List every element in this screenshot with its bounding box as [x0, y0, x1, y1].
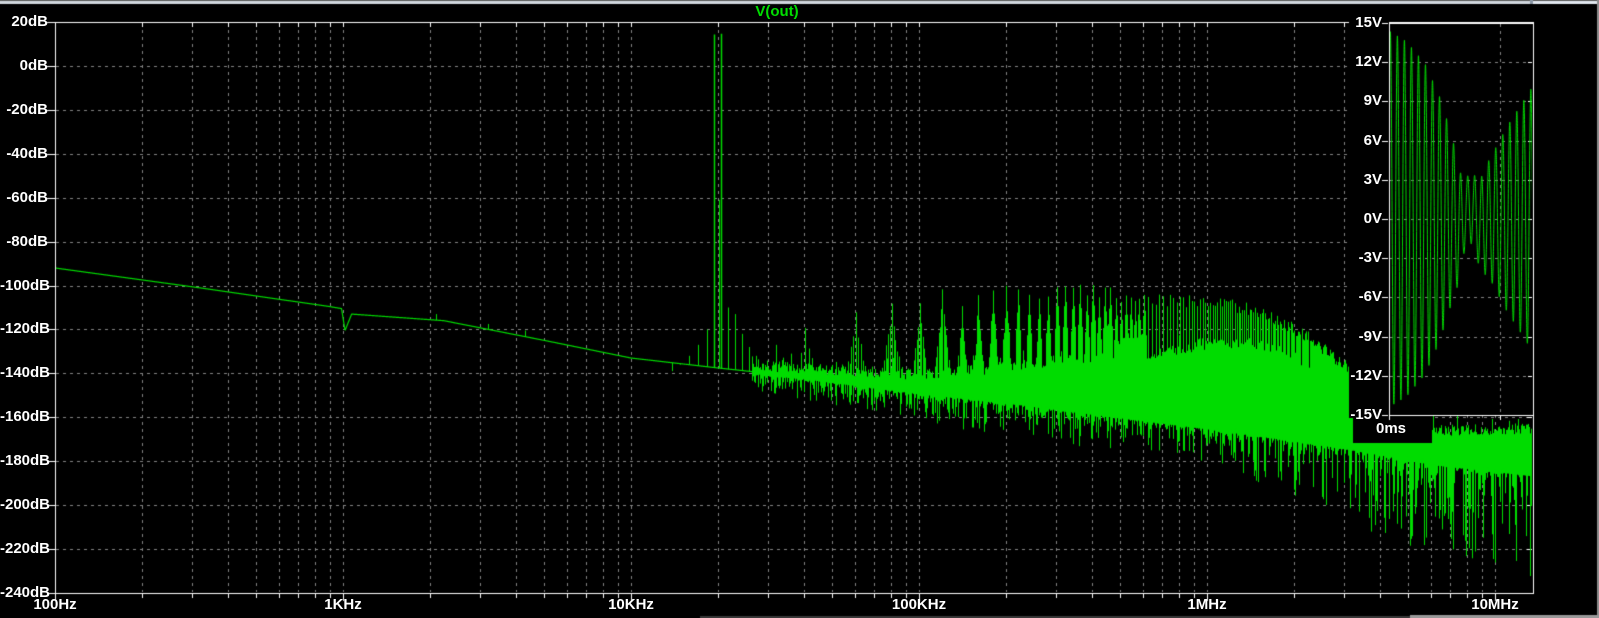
- y-axis-tick-label: -20dB: [6, 101, 48, 118]
- y-axis-tick-label: -100dB: [0, 277, 51, 294]
- inset-y-tick-label: -12V: [1350, 367, 1382, 384]
- inset-y-tick-label: -9V: [1358, 328, 1382, 345]
- y-axis-tick-label: -180dB: [0, 452, 51, 469]
- inset-y-tick-label: 12V: [1355, 53, 1382, 70]
- inset-y-tick-label: 3V: [1363, 171, 1382, 188]
- inset-y-tick-label: -3V: [1358, 249, 1382, 266]
- plot-window: V(out) 20dB 0dB -20dB -40dB -60dB -80dB -100dB…: [0, 0, 1599, 618]
- inset-y-tick-label: 0V: [1363, 210, 1382, 227]
- x-axis-tick-label: 100KHz: [891, 596, 947, 613]
- y-axis-tick-label: -80dB: [6, 233, 48, 250]
- x-axis-tick-label: 1KHz: [324, 596, 362, 613]
- inset-time-tick-label: 0ms: [1376, 420, 1407, 437]
- y-axis-tick-label: -220dB: [0, 540, 51, 557]
- y-axis-tick-label: 20dB: [11, 13, 48, 30]
- x-axis-tick-label: 100Hz: [33, 596, 77, 613]
- inset-y-tick-label: 6V: [1363, 132, 1382, 149]
- inset-y-tick-label: -6V: [1358, 288, 1382, 305]
- y-axis-tick-label: -40dB: [6, 145, 48, 162]
- y-axis-tick-label: -160dB: [0, 408, 51, 425]
- plot-title[interactable]: V(out): [682, 3, 872, 20]
- y-axis-tick-label: -60dB: [6, 189, 48, 206]
- x-axis-tick-label: 10MHz: [1471, 596, 1519, 613]
- x-axis-tick-label: 10KHz: [608, 596, 654, 613]
- y-axis-tick-label: -200dB: [0, 496, 51, 513]
- y-axis-tick-label: -120dB: [0, 320, 51, 337]
- inset-y-tick-label: -15V: [1350, 406, 1382, 423]
- inset-y-tick-label: 9V: [1363, 92, 1382, 109]
- x-axis-tick-label: 1MHz: [1187, 596, 1227, 613]
- inset-y-tick-label: 15V: [1355, 14, 1382, 31]
- y-axis-tick-label: -140dB: [0, 364, 51, 381]
- y-axis-tick-label: 0dB: [19, 57, 48, 74]
